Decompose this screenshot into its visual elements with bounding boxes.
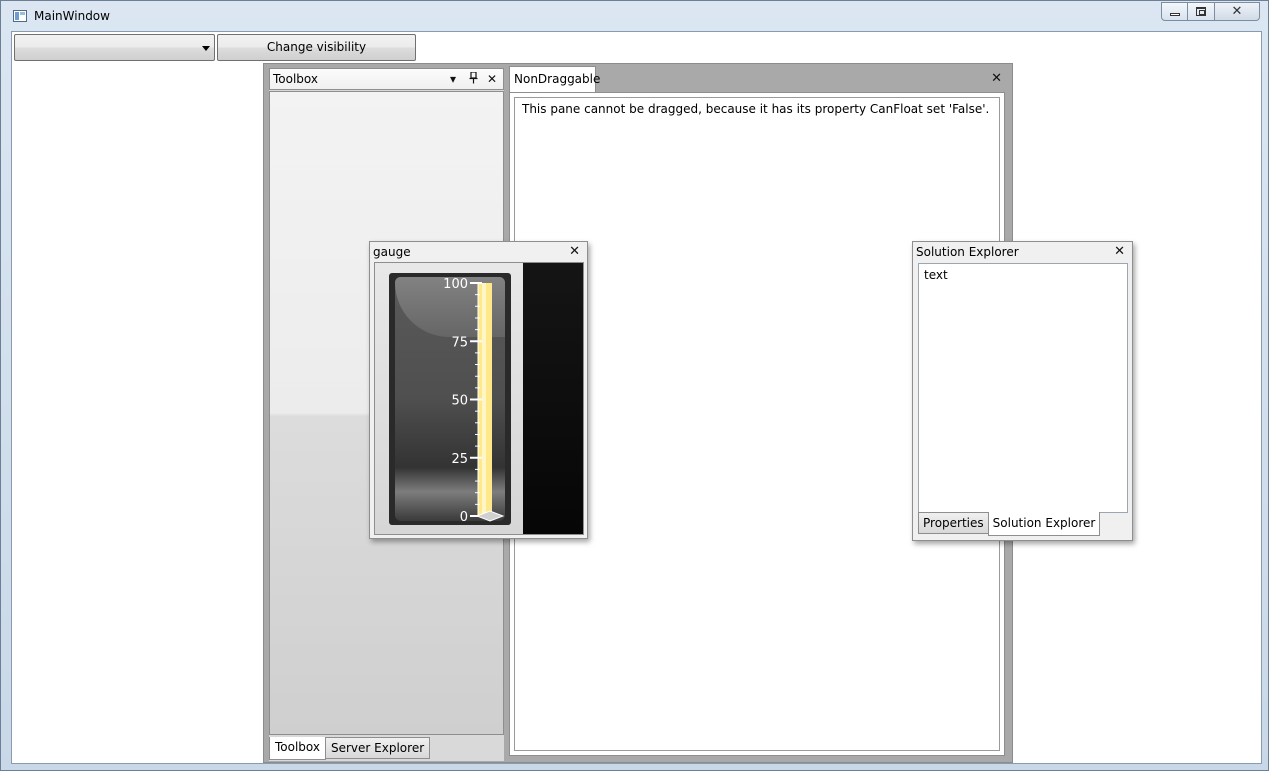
tab-server-explorer[interactable]: Server Explorer bbox=[325, 737, 431, 759]
gauge-header[interactable]: gauge ✕ bbox=[370, 242, 587, 262]
toolbox-tab-strip: Toolbox Server Explorer bbox=[269, 737, 431, 760]
maximize-icon bbox=[1196, 7, 1206, 16]
gauge-bar-highlight bbox=[482, 283, 486, 516]
solution-explorer-text: text bbox=[924, 268, 948, 282]
main-window: MainWindow ✕ Change visibility Toolbox ▾ bbox=[0, 0, 1269, 771]
solution-explorer-title: Solution Explorer bbox=[916, 245, 1019, 259]
app-window-icon bbox=[13, 10, 27, 22]
gauge-title: gauge bbox=[373, 245, 411, 259]
minimize-icon bbox=[1170, 13, 1180, 16]
close-icon[interactable]: ✕ bbox=[569, 244, 580, 259]
tab-toolbox[interactable]: Toolbox bbox=[269, 737, 326, 760]
pin-icon[interactable] bbox=[469, 71, 478, 87]
gauge-tick-label: 75 bbox=[451, 335, 468, 350]
gauge-tick-label: 50 bbox=[451, 394, 468, 409]
close-icon[interactable]: ✕ bbox=[487, 72, 497, 86]
gauge-tick-label: 25 bbox=[451, 452, 468, 467]
dropdown-icon[interactable]: ▾ bbox=[450, 72, 456, 86]
linear-gauge: 0 25 50 75 100 bbox=[389, 273, 511, 525]
toolbox-title: Toolbox bbox=[273, 72, 318, 86]
close-icon[interactable]: ✕ bbox=[991, 71, 1002, 86]
tab-solution-explorer[interactable]: Solution Explorer bbox=[987, 512, 1101, 536]
solution-explorer-tab-strip: Properties Solution Explorer bbox=[918, 512, 1101, 536]
gauge-body: 0 25 50 75 100 bbox=[374, 262, 584, 535]
solution-explorer-content: text bbox=[918, 263, 1128, 513]
maximize-button[interactable] bbox=[1188, 2, 1215, 21]
close-icon: ✕ bbox=[1231, 4, 1243, 19]
chevron-down-icon bbox=[202, 46, 210, 51]
close-window-button[interactable]: ✕ bbox=[1215, 2, 1260, 21]
toolbox-header[interactable]: Toolbox ▾ ✕ bbox=[269, 68, 504, 90]
window-title: MainWindow bbox=[34, 9, 110, 23]
change-visibility-button[interactable]: Change visibility bbox=[217, 34, 416, 61]
caption-buttons: ✕ bbox=[1161, 2, 1260, 21]
solution-explorer-header[interactable]: Solution Explorer ✕ bbox=[913, 242, 1132, 262]
tab-nondraggable[interactable]: NonDraggable bbox=[509, 66, 600, 92]
gauge-tick-label: 0 bbox=[460, 510, 468, 525]
pane-selector-combobox[interactable] bbox=[14, 34, 215, 61]
close-icon[interactable]: ✕ bbox=[1114, 244, 1125, 259]
gauge-dark-panel bbox=[523, 263, 583, 534]
gauge-tick-label: 100 bbox=[443, 277, 468, 292]
gauge-floating-window[interactable]: gauge ✕ 0 25 50 75 100 bbox=[369, 241, 588, 539]
gauge-scale: 0 25 50 75 100 bbox=[443, 277, 505, 525]
solution-explorer-floating-window[interactable]: Solution Explorer ✕ text Properties Solu… bbox=[912, 241, 1133, 541]
minimize-button[interactable] bbox=[1161, 2, 1188, 21]
title-bar[interactable]: MainWindow ✕ bbox=[1, 1, 1268, 31]
tab-properties[interactable]: Properties bbox=[918, 512, 989, 534]
